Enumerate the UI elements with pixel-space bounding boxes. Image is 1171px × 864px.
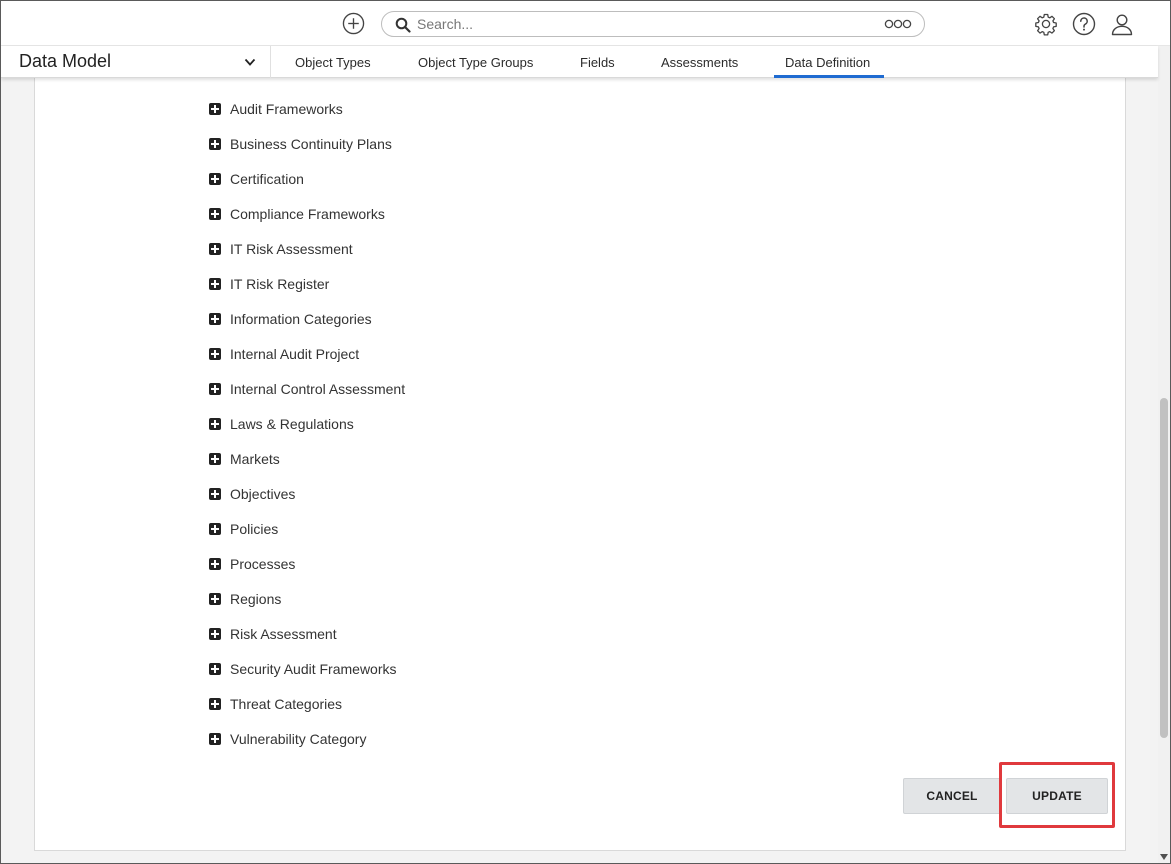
expand-icon[interactable]: [209, 733, 221, 745]
expand-icon[interactable]: [209, 383, 221, 395]
tree-item[interactable]: Internal Audit Project: [209, 344, 359, 364]
app-window: Data Model Object Types Object Type Grou…: [0, 0, 1171, 864]
tree-item-label: Vulnerability Category: [230, 731, 367, 747]
gear-icon[interactable]: [1034, 12, 1058, 36]
expand-icon[interactable]: [209, 348, 221, 360]
expand-icon[interactable]: [209, 173, 221, 185]
tree-item[interactable]: Security Audit Frameworks: [209, 659, 397, 679]
tree-item[interactable]: Compliance Frameworks: [209, 204, 385, 224]
tree-item[interactable]: Audit Frameworks: [209, 99, 343, 119]
chevron-down-icon: [244, 58, 256, 66]
expand-icon[interactable]: [209, 103, 221, 115]
tree-item[interactable]: Policies: [209, 519, 278, 539]
tree-item-label: Markets: [230, 451, 280, 467]
expand-icon[interactable]: [209, 243, 221, 255]
expand-icon[interactable]: [209, 663, 221, 675]
top-bar: [1, 1, 1170, 46]
tab-object-types[interactable]: Object Types: [295, 46, 371, 78]
tree-item[interactable]: Risk Assessment: [209, 624, 337, 644]
tree-item-label: Risk Assessment: [230, 626, 337, 642]
tree-item-label: Internal Audit Project: [230, 346, 360, 362]
more-options-icon[interactable]: [884, 18, 912, 30]
tree-item-label: Audit Frameworks: [230, 101, 343, 117]
tree-item[interactable]: IT Risk Assessment: [209, 239, 353, 259]
tree-item-label: Processes: [230, 556, 296, 572]
expand-icon[interactable]: [209, 138, 221, 150]
scroll-down-arrow-icon[interactable]: [1160, 854, 1168, 860]
tree-item[interactable]: Internal Control Assessment: [209, 379, 405, 399]
tree-item[interactable]: Business Continuity Plans: [209, 134, 392, 154]
tree-item[interactable]: IT Risk Register: [209, 274, 329, 294]
tree-item[interactable]: Threat Categories: [209, 694, 342, 714]
expand-icon[interactable]: [209, 523, 221, 535]
tree-item-label: Objectives: [230, 486, 296, 502]
tree-item[interactable]: Information Categories: [209, 309, 372, 329]
user-icon[interactable]: [1110, 12, 1134, 36]
search-input[interactable]: [417, 15, 857, 33]
expand-icon[interactable]: [209, 628, 221, 640]
tree-item[interactable]: Processes: [209, 554, 295, 574]
tree-item[interactable]: Regions: [209, 589, 281, 609]
module-title: Data Model: [19, 51, 112, 71]
tab-object-type-groups[interactable]: Object Type Groups: [418, 46, 533, 78]
tree-item-label: Certification: [230, 171, 304, 187]
vertical-scrollbar[interactable]: [1158, 46, 1170, 863]
tree-item-label: Policies: [230, 521, 279, 537]
tree-item-label: IT Risk Assessment: [230, 241, 353, 257]
search-icon: [395, 17, 411, 33]
add-circle-icon[interactable]: [342, 12, 365, 35]
tab-data-definition[interactable]: Data Definition: [774, 46, 884, 78]
scrollbar-thumb[interactable]: [1160, 398, 1168, 738]
content-panel: [34, 61, 1126, 851]
expand-icon[interactable]: [209, 558, 221, 570]
tree-item[interactable]: Objectives: [209, 484, 295, 504]
sub-header: Data Model Object Types Object Type Grou…: [1, 46, 1158, 78]
help-icon[interactable]: [1072, 12, 1096, 36]
expand-icon[interactable]: [209, 208, 221, 220]
tree-item-label: Information Categories: [230, 311, 372, 327]
tree-item[interactable]: Laws & Regulations: [209, 414, 354, 434]
tree-item-label: Regions: [230, 591, 282, 607]
tree-item-label: Compliance Frameworks: [230, 206, 385, 222]
tab-fields[interactable]: Fields: [580, 46, 615, 78]
tree-item-label: Security Audit Frameworks: [230, 661, 397, 677]
expand-icon[interactable]: [209, 698, 221, 710]
expand-icon[interactable]: [209, 313, 221, 325]
global-search[interactable]: [381, 11, 925, 37]
module-selector[interactable]: Data Model: [1, 46, 271, 78]
expand-icon[interactable]: [209, 278, 221, 290]
tab-assessments[interactable]: Assessments: [661, 46, 738, 78]
expand-icon[interactable]: [209, 453, 221, 465]
tree-item[interactable]: Markets: [209, 449, 280, 469]
tree-item[interactable]: Certification: [209, 169, 304, 189]
tree-item-label: Business Continuity Plans: [230, 136, 392, 152]
tree-item[interactable]: Vulnerability Category: [209, 729, 366, 749]
update-button[interactable]: UPDATE: [1006, 778, 1108, 814]
expand-icon[interactable]: [209, 418, 221, 430]
tree-item-label: Laws & Regulations: [230, 416, 354, 432]
tree-item-label: IT Risk Register: [230, 276, 330, 292]
expand-icon[interactable]: [209, 488, 221, 500]
expand-icon[interactable]: [209, 593, 221, 605]
tree-item-label: Internal Control Assessment: [230, 381, 406, 397]
cancel-button[interactable]: CANCEL: [903, 778, 1001, 814]
tree-item-label: Threat Categories: [230, 696, 343, 712]
